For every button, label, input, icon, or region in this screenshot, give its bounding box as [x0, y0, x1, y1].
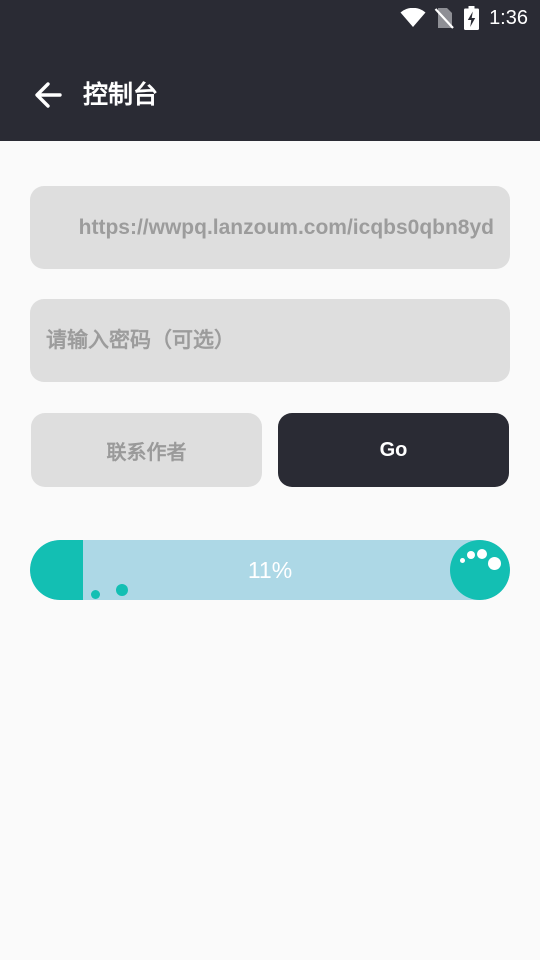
- progress-label: 11%: [247, 557, 293, 583]
- password-input[interactable]: [30, 299, 510, 382]
- go-button[interactable]: Go: [278, 413, 509, 487]
- bubble-icon: [467, 551, 475, 559]
- status-bar: 1:36: [0, 0, 540, 36]
- progress-knob: [450, 540, 510, 600]
- page-title: 控制台: [83, 80, 159, 109]
- top-header: 1:36 控制台: [0, 0, 540, 141]
- back-button[interactable]: [26, 73, 70, 117]
- bubble-icon: [460, 558, 465, 563]
- password-field-container: [30, 299, 510, 382]
- bubble-icon: [477, 549, 487, 559]
- bubble-icon: [488, 557, 501, 570]
- progress-bar: 11%: [30, 540, 510, 600]
- url-input[interactable]: [30, 186, 510, 269]
- arrow-left-icon: [35, 82, 62, 108]
- bubble-dot: [116, 584, 128, 596]
- bubble-dot: [91, 590, 100, 599]
- contact-author-button[interactable]: 联系作者: [31, 413, 262, 487]
- battery-charging-icon: [464, 6, 480, 30]
- app-bar: 控制台: [0, 56, 540, 138]
- wifi-icon: [400, 8, 426, 27]
- status-time: 1:36: [489, 7, 528, 29]
- url-field-container: [30, 186, 510, 269]
- status-icons: 1:36: [400, 5, 528, 31]
- no-sim-icon: [434, 8, 454, 29]
